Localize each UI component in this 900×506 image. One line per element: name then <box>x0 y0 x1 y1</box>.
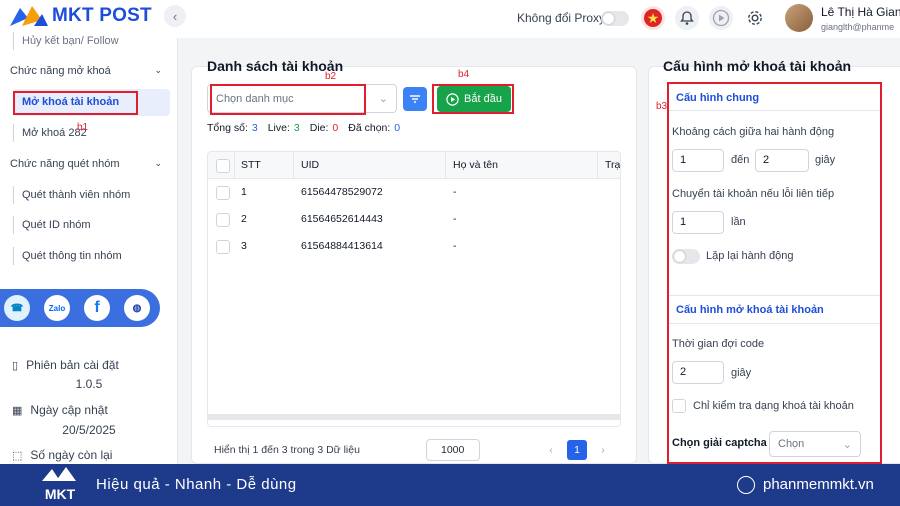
sidebar-item-scan-members[interactable]: Quét thành viên nhóm <box>13 186 163 204</box>
sidebar-item-scan-id[interactable]: Quét ID nhóm <box>13 216 163 234</box>
annotation-tag-b1: b1 <box>77 122 89 133</box>
horizontal-scrollbar[interactable] <box>208 414 620 420</box>
sidebar-group-unlock[interactable]: Chức năng mở khoá ⌄ <box>10 65 162 77</box>
brand-logo[interactable]: MKT POST <box>8 4 152 28</box>
annotation-box-b3 <box>667 82 882 464</box>
gear-icon[interactable] <box>743 6 767 30</box>
version-info: ▯ Phiên bản cài đặt <box>12 358 119 372</box>
calendar-icon: ▦ <box>12 404 23 417</box>
stat-selected: Đã chọn: 0 <box>348 122 401 134</box>
chevron-down-icon: ⌄ <box>154 158 162 168</box>
stat-live: Live: 3 <box>267 122 300 134</box>
table-header: STT UID Họ và tên Trạ <box>208 152 620 179</box>
days-left-info: ⬚ Số ngày còn lại <box>12 448 112 462</box>
accounts-table: STT UID Họ và tên Trạ 1 61564478529072 -… <box>207 151 621 427</box>
sidebar-group-scan[interactable]: Chức năng quét nhóm ⌄ <box>10 158 162 170</box>
chevron-down-icon: ⌄ <box>154 65 162 75</box>
config-title: Cấu hình mở khoá tài khoản <box>663 58 852 74</box>
col-name[interactable]: Họ và tên <box>453 152 498 179</box>
account-stats: Tổng số: 3 Live: 3 Die: 0 Đã chọn: 0 <box>207 122 400 134</box>
social-bar: ☎ Zalo f ◍ <box>0 289 160 327</box>
play-circle-icon[interactable] <box>709 6 733 30</box>
mkt-logo-mark-icon <box>42 467 76 481</box>
annotation-box-b1 <box>13 91 138 115</box>
language-flag-icon[interactable] <box>641 6 665 30</box>
banner-site: phanmemmkt.vn <box>763 476 874 493</box>
filter-button[interactable] <box>403 87 427 111</box>
zalo-icon[interactable]: Zalo <box>44 295 70 321</box>
chevron-left-icon: ‹ <box>172 8 178 24</box>
version-value: 1.0.5 <box>75 377 103 391</box>
proxy-label: Không đổi Proxy <box>517 11 606 25</box>
sidebar-group-label: Chức năng quét nhóm <box>10 158 120 170</box>
mkt-logo: MKT <box>38 467 82 503</box>
cell-stt: 1 <box>241 186 247 198</box>
stat-die: Die: 0 <box>309 122 339 134</box>
user-email: gianglth@phanme <box>821 22 895 32</box>
annotation-tag-b4: b4 <box>458 69 470 80</box>
sidebar-item-scan-info[interactable]: Quét thông tin nhóm <box>13 247 163 265</box>
pagination-summary: Hiển thị 1 đến 3 trong 3 Dữ liệu <box>214 444 360 456</box>
row-checkbox[interactable] <box>216 186 230 200</box>
user-name: Lê Thị Hà Gian <box>821 5 900 19</box>
update-label: Ngày cập nhật <box>30 403 108 417</box>
banner-slogan: Hiệu quả - Nhanh - Dễ dùng <box>96 476 297 493</box>
col-uid[interactable]: UID <box>301 152 319 179</box>
sidebar-item-unfriend[interactable]: Hủy kết bạn/ Follow <box>13 32 163 50</box>
facebook-icon[interactable]: f <box>84 295 110 321</box>
update-value: 20/5/2025 <box>62 423 116 437</box>
cell-uid: 61564478529072 <box>301 186 383 198</box>
annotation-tag-b2: b2 <box>325 71 337 82</box>
chevron-down-icon: ⌄ <box>378 93 388 105</box>
update-info: ▦ Ngày cập nhật <box>12 403 108 417</box>
col-stt[interactable]: STT <box>241 152 261 179</box>
table-row[interactable]: 3 61564884413614 - <box>208 233 620 260</box>
globe-icon <box>737 476 755 494</box>
layers-icon: ▯ <box>12 359 19 372</box>
accounts-title: Danh sách tài khoản <box>207 58 344 74</box>
proxy-toggle[interactable] <box>601 11 629 26</box>
next-page-button[interactable]: › <box>593 440 613 460</box>
collapse-sidebar-button[interactable]: ‹ <box>164 5 186 27</box>
sidebar-group-label: Chức năng mở khoá <box>10 65 111 77</box>
avatar[interactable] <box>785 4 813 32</box>
brand-name: MKT POST <box>52 5 152 26</box>
version-label: Phiên bản cài đặt <box>26 358 119 372</box>
page-1-button[interactable]: 1 <box>567 440 587 460</box>
prev-page-button[interactable]: ‹ <box>541 440 561 460</box>
logo-mark-icon <box>10 6 48 26</box>
annotation-box-b4 <box>432 84 514 114</box>
row-checkbox[interactable] <box>216 240 230 254</box>
cell-name: - <box>453 186 457 198</box>
mkt-logo-text: MKT <box>44 486 76 502</box>
cell-name: - <box>453 240 457 252</box>
bell-icon[interactable] <box>675 6 699 30</box>
globe-icon[interactable]: ◍ <box>124 295 150 321</box>
stat-total: Tổng số: 3 <box>207 122 258 134</box>
cell-uid: 61564652614443 <box>301 213 383 225</box>
row-checkbox[interactable] <box>216 213 230 227</box>
annotation-tag-b3: b3 <box>656 101 668 112</box>
cell-name: - <box>453 213 457 225</box>
cell-uid: 61564884413614 <box>301 240 383 252</box>
box-icon: ⬚ <box>12 449 23 462</box>
cell-stt: 2 <box>241 213 247 225</box>
page-size-select[interactable]: 1000 <box>426 439 480 461</box>
days-left-label: Số ngày còn lại <box>30 448 113 462</box>
select-all-checkbox[interactable] <box>216 159 230 173</box>
filter-icon <box>410 95 420 103</box>
col-status[interactable]: Trạ <box>605 152 620 179</box>
cell-stt: 3 <box>241 240 247 252</box>
table-row[interactable]: 2 61564652614443 - <box>208 206 620 233</box>
table-row[interactable]: 1 61564478529072 - <box>208 179 620 206</box>
annotation-box-b2 <box>210 84 366 115</box>
support-icon[interactable]: ☎ <box>4 295 30 321</box>
